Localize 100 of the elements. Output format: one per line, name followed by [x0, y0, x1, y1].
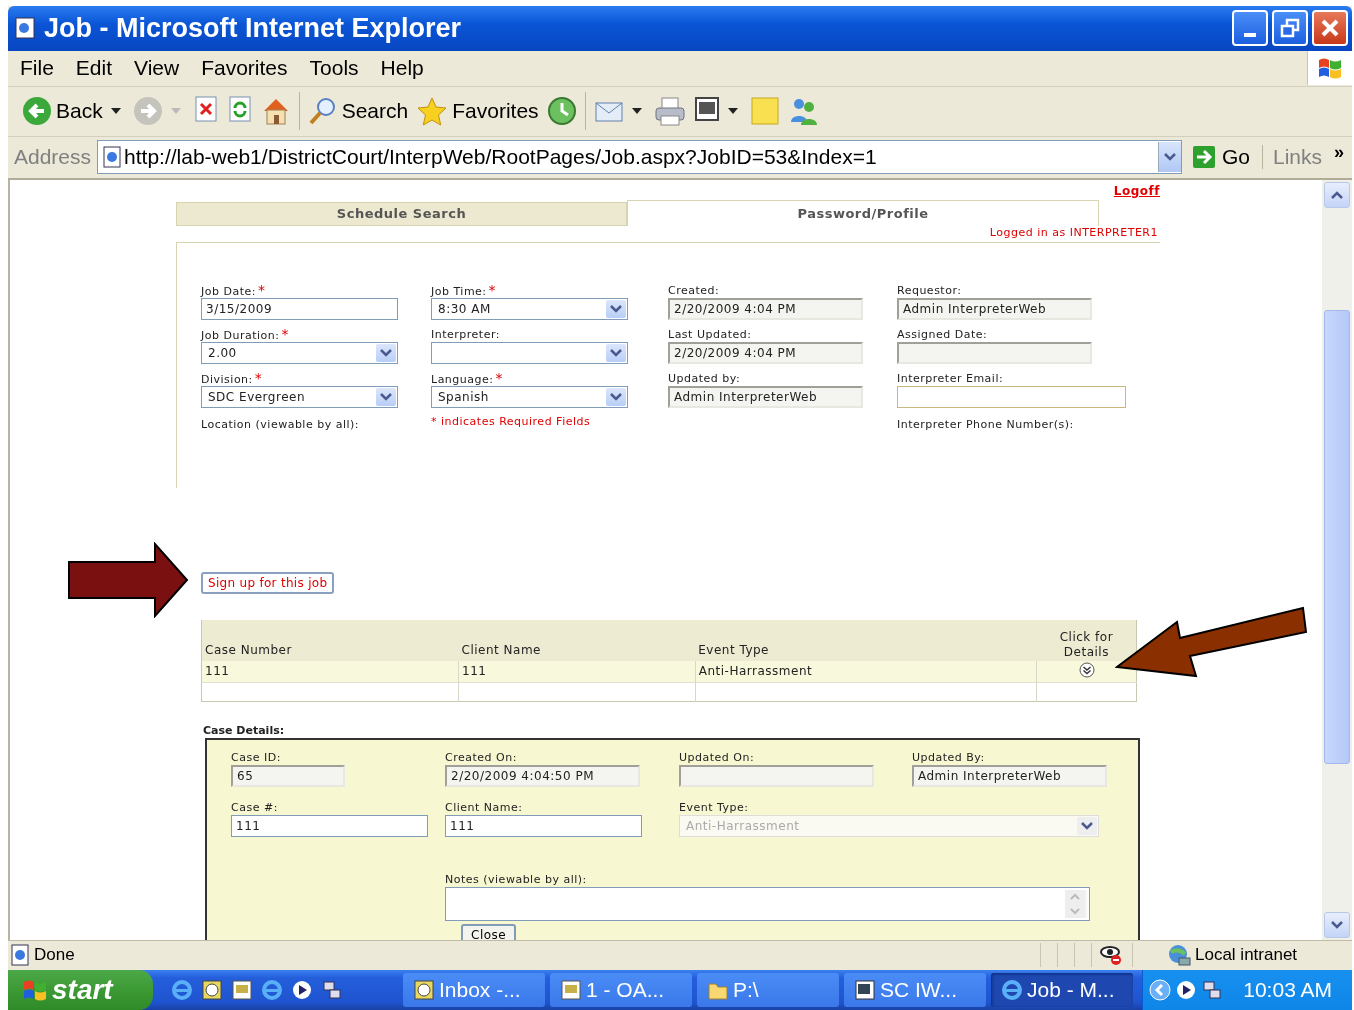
expand-icon[interactable] — [1078, 661, 1095, 678]
field-label: Interpreter Email: — [897, 370, 1005, 386]
table-cell: 111 — [458, 660, 696, 683]
note-icon — [749, 96, 780, 127]
column-header: Case Number — [201, 619, 459, 661]
chevron-button[interactable]: » — [1334, 141, 1344, 163]
close-button[interactable] — [1312, 10, 1348, 47]
field-label: Location (viewable by all): — [201, 416, 361, 432]
back-button[interactable]: Back — [18, 91, 107, 132]
input-field: 2/20/2009 4:04:50 PM — [445, 764, 640, 787]
word-document-icon — [854, 979, 876, 1001]
globe-icon — [1167, 944, 1191, 967]
scrollbar[interactable] — [1322, 179, 1352, 940]
dropdown-button[interactable] — [1157, 142, 1181, 173]
minimize-button[interactable] — [1232, 10, 1268, 47]
dropdown-field[interactable]: SDC Evergreen — [201, 385, 398, 408]
dropdown-field[interactable]: 2.00 — [201, 341, 398, 364]
field-label: Language: — [431, 372, 494, 386]
scroll-down-button[interactable] — [1324, 911, 1350, 938]
tab[interactable]: Password/Profile — [627, 199, 1099, 226]
input-field[interactable] — [897, 385, 1126, 408]
dropdown-field[interactable] — [431, 341, 628, 364]
menu-item[interactable]: Favorites — [190, 56, 299, 81]
input-field[interactable]: 111 — [445, 814, 642, 837]
caret-icon[interactable] — [110, 108, 121, 115]
field-label: Created On: — [445, 749, 518, 765]
taskbar-button[interactable]: 1 - OA... — [550, 973, 692, 1007]
input-field[interactable]: 111 — [231, 814, 428, 837]
input-field: Admin InterpreterWeb — [897, 297, 1092, 320]
status-text: Done — [34, 945, 75, 966]
go-button[interactable]: Go — [1191, 145, 1250, 170]
tab[interactable]: Schedule Search — [176, 201, 627, 226]
browser-icon[interactable] — [171, 979, 193, 1001]
field-label: Division: — [201, 372, 253, 386]
address-field[interactable]: http://lab-web1/DistrictCourt/InterpWeb/RootPages/Job.aspx?JobID=53&Index=1 — [97, 140, 1182, 175]
field-label: Created: — [668, 282, 721, 298]
field-label: Case ID: — [231, 749, 282, 765]
window-title: Job - Microsoft Internet Explorer — [44, 12, 463, 44]
required-mark: * — [281, 325, 289, 342]
close-button[interactable]: Close — [461, 923, 517, 940]
restore-button[interactable] — [1272, 10, 1308, 47]
menu-item[interactable]: Tools — [298, 56, 370, 81]
clock-icon[interactable] — [201, 979, 223, 1001]
start-button[interactable]: start — [8, 970, 153, 1010]
browser-page-icon — [14, 16, 36, 41]
document-icon[interactable] — [231, 979, 253, 1001]
taskbar-button[interactable]: SC IW... — [844, 973, 986, 1007]
notes-field[interactable] — [445, 886, 1090, 921]
taskbar-button[interactable]: Job - M... — [991, 973, 1133, 1007]
required-note: indicates Required Fields — [441, 414, 591, 428]
page-icon — [102, 146, 123, 169]
field-label: Assigned Date: — [897, 326, 989, 342]
caret-icon[interactable] — [631, 108, 642, 115]
document-icon — [560, 979, 582, 1001]
sign-up-button[interactable]: Sign up for this job — [201, 571, 335, 594]
field-label: Job Date: — [201, 284, 256, 298]
windows-logo-icon — [22, 978, 46, 1002]
printer-icon — [653, 96, 686, 127]
field-label: Last Updated: — [668, 326, 753, 342]
menu-item[interactable]: View — [123, 56, 191, 81]
menu-item[interactable]: Help — [369, 56, 435, 81]
dropdown-field[interactable]: Spanish — [431, 385, 628, 408]
taskbar-button[interactable]: Inbox -... — [403, 973, 545, 1007]
required-mark: * — [495, 369, 503, 386]
logoff-link[interactable]: Logoff — [1113, 183, 1160, 200]
clock-icon — [413, 979, 435, 1001]
clock: 10:03 AM — [1243, 978, 1332, 1002]
minimize-icon — [1244, 33, 1256, 38]
field-label: Requestor: — [897, 282, 963, 298]
menu-item[interactable]: Edit — [64, 56, 124, 81]
login-status: Logged in as INTERPRETER1 — [989, 225, 1158, 241]
column-header: Client Name — [458, 619, 696, 661]
caret-icon[interactable] — [727, 108, 738, 115]
page-icon — [10, 944, 30, 967]
chevron-icon[interactable] — [1149, 979, 1172, 1001]
media-icon[interactable] — [291, 979, 313, 1001]
media-icon[interactable] — [1175, 979, 1198, 1001]
zone-text: Local intranet — [1195, 945, 1298, 966]
table-cell: Anti-Harrassment — [695, 660, 1037, 683]
field-label: Job Duration: — [201, 328, 280, 342]
scroll-thumb[interactable] — [1324, 309, 1350, 764]
search-button[interactable]: Search — [303, 91, 413, 132]
network-icon[interactable] — [321, 979, 343, 1001]
windows-logo-icon — [1317, 56, 1343, 81]
scroll-up-button[interactable] — [1324, 181, 1350, 208]
browser-icon[interactable] — [261, 979, 283, 1001]
field-label: Client Name: — [445, 799, 524, 815]
input-field[interactable]: 3/15/2009 — [201, 297, 398, 320]
taskbar-button[interactable]: P:\ — [697, 973, 839, 1007]
dropdown-field[interactable]: 8:30 AM — [431, 297, 628, 320]
favorites-button[interactable]: Favorites — [412, 91, 543, 132]
table-cell: 111 — [201, 660, 459, 683]
field-label: Interpreter Phone Number(s): — [897, 416, 1075, 432]
field-label: Updated By: — [912, 749, 986, 765]
field-label: Updated On: — [679, 749, 756, 765]
menu-item[interactable]: File — [9, 56, 65, 81]
network-icon[interactable] — [1201, 979, 1224, 1001]
field-label: Job Time: — [431, 284, 487, 298]
column-header: Event Type — [695, 619, 1037, 661]
field-label: Interpreter: — [431, 326, 501, 342]
